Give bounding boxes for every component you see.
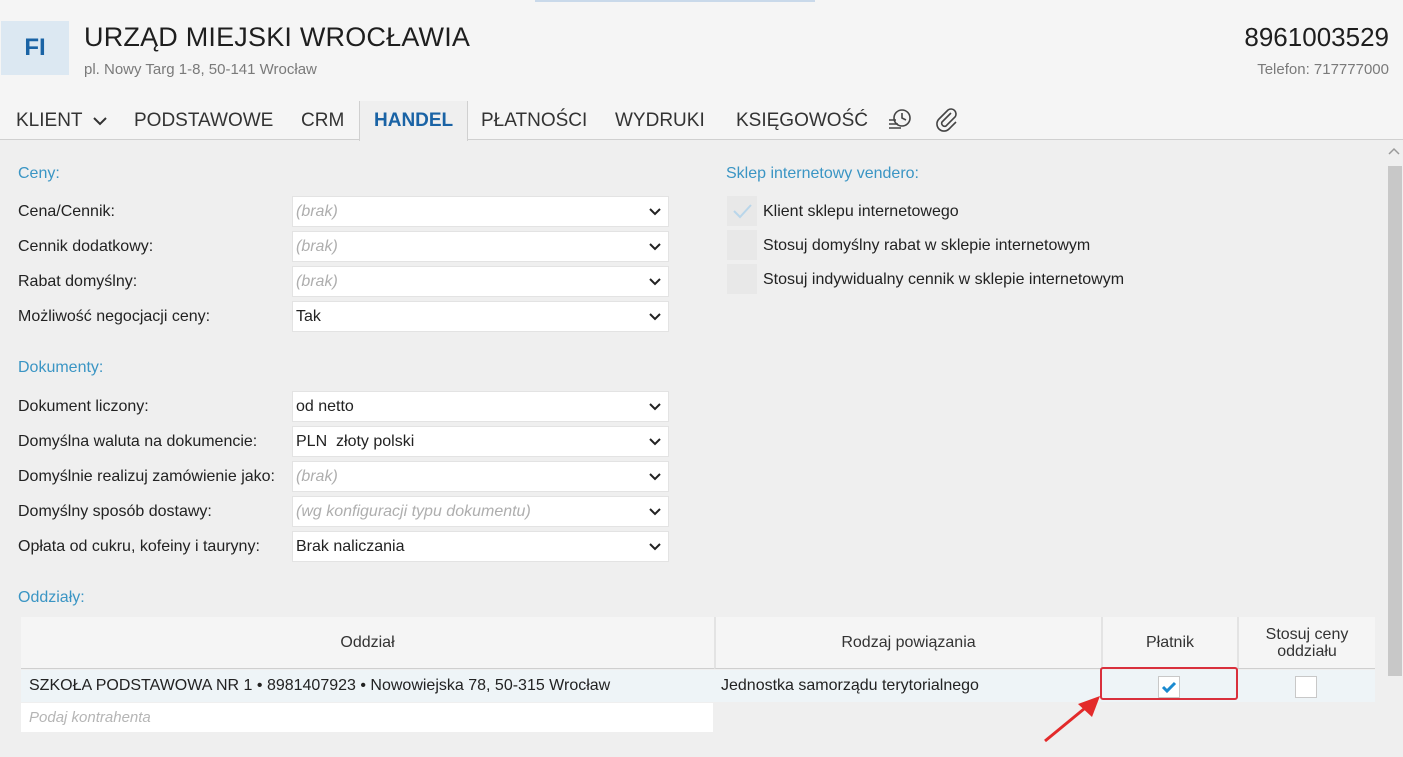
dokument-liczony-value: od netto [296,398,354,415]
section-oddzialy-title: Oddziały: [18,589,85,606]
dokument-liczony-label: Dokument liczony: [18,398,149,415]
section-dokumenty-title: Dokumenty: [18,359,104,376]
dostawa-label: Domyślny sposób dostawy: [18,503,212,520]
tab-klient-label: KLIENT [16,110,83,131]
domyslny-rabat-label: Stosuj domyślny rabat w sklepie internet… [763,237,1091,254]
negocjacja-value: Tak [296,308,321,325]
section-ceny-title: Ceny: [18,165,60,182]
chevron-down-icon [649,243,661,251]
tab-ksiegowosc[interactable]: KSIĘGOWOŚĆ [722,101,882,140]
row-oddzial: SZKOŁA PODSTAWOWA NR 1 • 8981407923 • No… [29,677,611,694]
chevron-down-icon [649,403,661,411]
column-header-rodzaj[interactable]: Rodzaj powiązania [714,617,1101,669]
chevron-down-icon [649,438,661,446]
klient-sklepu-checkbox[interactable] [727,196,757,226]
tab-crm[interactable]: CRM [287,101,358,140]
chevron-down-icon [649,473,661,481]
cena-cennik-select[interactable]: (brak) [292,196,669,227]
paperclip-icon[interactable] [934,107,960,133]
negocjacja-select[interactable]: Tak [292,301,669,332]
negocjacja-label: Możliwość negocjacji ceny: [18,308,211,325]
scroll-thumb[interactable] [1388,166,1402,676]
client-phone: Telefon: 717777000 [1257,61,1389,78]
chevron-down-icon [649,208,661,216]
client-address: pl. Nowy Targ 1-8, 50-141 Wrocław [84,61,317,78]
vertical-scrollbar[interactable] [1385,140,1403,757]
stosuj-ceny-checkbox[interactable] [1295,676,1317,698]
tab-wydruki[interactable]: WYDRUKI [601,101,719,140]
row-rodzaj: Jednostka samorządu terytorialnego [721,677,979,694]
section-sklep-title: Sklep internetowy vendero: [726,165,919,182]
new-branch-input[interactable]: Podaj kontrahenta [21,703,713,732]
realizuj-value: (brak) [296,468,338,485]
waluta-label: Domyślna waluta na dokumencie: [18,433,258,450]
oplata-select[interactable]: Brak naliczania [292,531,669,562]
cena-cennik-value: (brak) [296,203,338,220]
column-header-platnik[interactable]: Płatnik [1101,617,1237,669]
waluta-value: PLN złoty polski [296,433,415,450]
klient-sklepu-label: Klient sklepu internetowego [763,203,959,220]
tab-podstawowe[interactable]: PODSTAWOWE [120,101,287,140]
chevron-down-icon [649,313,661,321]
cennik-dodatkowy-select[interactable]: (brak) [292,231,669,262]
chevron-down-icon [649,508,661,516]
history-icon[interactable] [887,107,913,133]
oplata-value: Brak naliczania [296,538,405,555]
platnik-highlight-frame [1100,667,1238,700]
tab-platnosci[interactable]: PŁATNOŚCI [467,101,601,140]
scroll-up-icon[interactable] [1388,147,1400,157]
column-header-stosuj-line2: oddziału [1277,642,1337,660]
realizuj-label: Domyślnie realizuj zamówienie jako: [18,468,275,485]
indywidualny-cennik-label: Stosuj indywidualny cennik w sklepie int… [763,271,1125,288]
client-name: URZĄD MIEJSKI WROCŁAWIA [84,22,471,52]
cennik-dodatkowy-value: (brak) [296,238,338,255]
dostawa-select[interactable]: (wg konfiguracji typu dokumentu) [292,496,669,527]
header-accent-line [535,0,815,2]
indywidualny-cennik-checkbox[interactable] [727,264,757,294]
client-header: FI URZĄD MIEJSKI WROCŁAWIA pl. Nowy Targ… [0,0,1403,101]
checkmark-icon [733,204,752,219]
chevron-down-icon [649,278,661,286]
avatar: FI [1,21,69,75]
oplata-label: Opłata od cukru, kofeiny i tauryny: [18,538,260,555]
annotation-arrow-icon [1044,696,1100,743]
chevron-down-icon [93,101,108,140]
domyslny-rabat-checkbox[interactable] [727,230,757,260]
tab-klient[interactable]: KLIENT [2,101,121,140]
tab-handel[interactable]: HANDEL [359,101,469,141]
client-nip: 8961003529 [1244,22,1389,52]
cennik-dodatkowy-label: Cennik dodatkowy: [18,238,154,255]
cena-cennik-label: Cena/Cennik: [18,203,115,220]
rabat-domyslny-select[interactable]: (brak) [292,266,669,297]
column-header-oddzial[interactable]: Oddział [21,617,714,669]
tab-bar: KLIENT PODSTAWOWE CRM HANDEL PŁATNOŚCI W… [0,101,1403,141]
column-header-stosuj-ceny[interactable]: Stosuj ceny oddziału [1237,617,1375,669]
dostawa-value: (wg konfiguracji typu dokumentu) [296,503,531,520]
chevron-down-icon [649,543,661,551]
new-branch-placeholder: Podaj kontrahenta [29,709,151,726]
rabat-domyslny-value: (brak) [296,273,338,290]
column-header-stosuj-line1: Stosuj ceny [1265,625,1349,643]
realizuj-select[interactable]: (brak) [292,461,669,492]
dokument-liczony-select[interactable]: od netto [292,391,669,422]
rabat-domyslny-label: Rabat domyślny: [18,273,138,290]
waluta-select[interactable]: PLN złoty polski [292,426,669,457]
